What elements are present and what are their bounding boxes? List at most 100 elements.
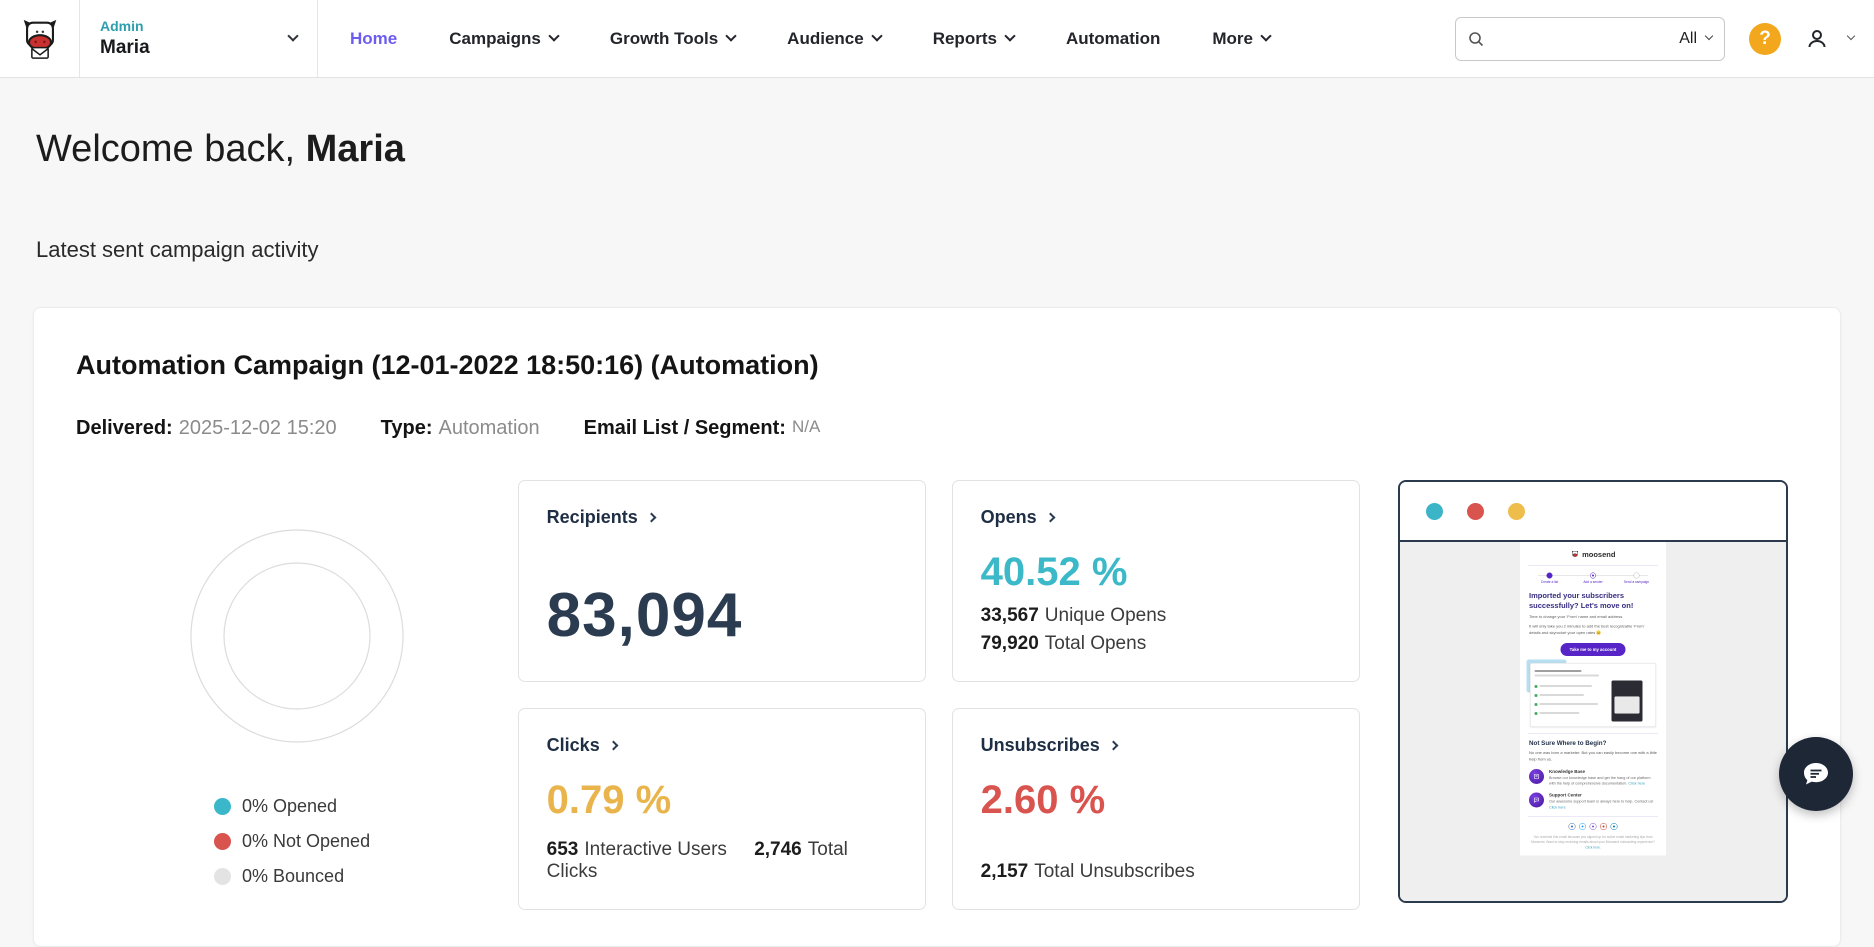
list-label: Email List / Segment:	[584, 417, 786, 439]
opens-percent: 40.52 %	[981, 550, 1331, 595]
page-title: Welcome back, Maria	[36, 128, 1838, 171]
opened-dot-icon	[214, 798, 231, 815]
nav-campaigns[interactable]: Campaigns	[449, 29, 558, 49]
window-dot-red-icon	[1467, 503, 1484, 520]
meta-delivered: Delivered: 2025-12-02 15:20	[76, 417, 337, 440]
interactive-users-label: Interactive Users	[584, 839, 727, 860]
instagram-icon	[1589, 823, 1596, 830]
account-switcher[interactable]: Admin Maria	[80, 0, 318, 77]
bounced-dot-icon	[214, 868, 231, 885]
donut-legend: 0% Opened 0% Not Opened 0% Bounced	[214, 796, 370, 887]
clicks-percent: 0.79 %	[547, 778, 897, 823]
chevron-down-icon	[1260, 30, 1271, 41]
chevron-down-icon	[1847, 32, 1855, 40]
unsubscribes-sub-stats: 2,157Total Unsubscribes	[981, 855, 1331, 883]
step-done-icon	[1546, 573, 1552, 579]
campaign-title: Automation Campaign (12-01-2022 18:50:16…	[76, 350, 1788, 381]
chevron-right-icon	[608, 741, 618, 751]
dribbble-icon	[1600, 823, 1607, 830]
search-input[interactable]	[1492, 30, 1679, 47]
window-dot-teal-icon	[1426, 503, 1443, 520]
section-title: Latest sent campaign activity	[36, 237, 1838, 263]
recipients-value: 83,094	[547, 580, 897, 651]
step1-label: Create a list	[1541, 581, 1558, 585]
window-dot-yellow-icon	[1508, 503, 1525, 520]
email-social-icons	[1528, 823, 1658, 830]
nav-more-label: More	[1212, 29, 1253, 49]
donut-chart	[189, 528, 405, 744]
twitter-icon	[1579, 823, 1586, 830]
legend-item-opened: 0% Opened	[214, 796, 370, 817]
email-brand-logo: moosend	[1528, 550, 1658, 559]
user-menu[interactable]	[1805, 27, 1854, 51]
delivered-value: 2025-12-02 15:20	[179, 417, 337, 439]
campaign-meta: Delivered:2025-12-02 15:20 Type:Automati…	[76, 417, 1788, 440]
not-opened-dot-icon	[214, 833, 231, 850]
chevron-right-icon	[1045, 513, 1055, 523]
chevron-down-icon	[871, 30, 882, 41]
email-brand-name: moosend	[1582, 550, 1615, 559]
knowledge-base-link: Click here	[1628, 781, 1645, 786]
email-footer-link: Click here.	[1585, 846, 1600, 850]
search-icon	[1468, 31, 1484, 47]
clicks-link[interactable]: Clicks	[547, 735, 897, 756]
unique-opens-count: 33,567	[981, 605, 1039, 626]
unsubscribes-percent: 2.60 %	[981, 778, 1331, 823]
chevron-right-icon	[1108, 741, 1118, 751]
nav-audience[interactable]: Audience	[787, 29, 881, 49]
cow-logo-icon	[1570, 550, 1579, 559]
nav-audience-label: Audience	[787, 29, 864, 49]
opens-link[interactable]: Opens	[981, 507, 1331, 528]
chevron-right-icon	[646, 513, 656, 523]
campaign-content-row: 0% Opened 0% Not Opened 0% Bounced	[76, 480, 1788, 910]
search-box: All	[1455, 17, 1725, 61]
nav-home[interactable]: Home	[350, 29, 397, 49]
unique-opens-label: Unique Opens	[1045, 605, 1166, 626]
delivered-label: Delivered:	[76, 417, 173, 439]
unsubscribes-card: Unsubscribes 2.60 % 2,157Total Unsubscri…	[952, 708, 1360, 910]
knowledge-base-title: Knowledge Base	[1549, 769, 1657, 774]
chevron-down-icon	[1004, 30, 1015, 41]
nav-reports[interactable]: Reports	[933, 29, 1014, 49]
clicks-card: Clicks 0.79 % 653Interactive Users 2,746…	[518, 708, 926, 910]
engagement-donut-column: 0% Opened 0% Not Opened 0% Bounced	[76, 480, 518, 887]
user-icon	[1805, 27, 1829, 51]
recipients-link[interactable]: Recipients	[547, 507, 897, 528]
email-footer: You received this email because you sign…	[1531, 835, 1655, 851]
welcome-prefix: Welcome back,	[36, 128, 306, 170]
facebook-icon	[1568, 823, 1575, 830]
account-role: Admin	[100, 18, 150, 34]
help-button[interactable]: ?	[1749, 23, 1781, 55]
total-clicks-count: 2,746	[754, 839, 802, 860]
interactive-users-count: 653	[547, 839, 579, 860]
moosend-logo[interactable]	[0, 0, 80, 77]
campaign-email-preview[interactable]: moosend Create a list Add a sender Send …	[1398, 480, 1788, 903]
support-center-title: Support Center	[1549, 793, 1657, 798]
email-section2-title: Not Sure Where to Begin?	[1529, 740, 1657, 747]
email-footer-text: You received this email because you sign…	[1531, 835, 1655, 844]
chevron-down-icon	[287, 30, 298, 41]
cow-logo-icon	[17, 16, 63, 62]
chevron-down-icon	[1705, 32, 1713, 40]
email-cta-button: Take me to my account	[1560, 643, 1625, 656]
email-body-1: Time to change your 'From' name and emai…	[1529, 614, 1657, 620]
support-center-link: Click here	[1549, 805, 1566, 810]
nav-growth-tools[interactable]: Growth Tools	[610, 29, 735, 49]
legend-item-bounced: 0% Bounced	[214, 866, 370, 887]
type-value: Automation	[439, 417, 540, 439]
chevron-down-icon	[548, 30, 559, 41]
campaign-activity-card: Automation Campaign (12-01-2022 18:50:16…	[33, 307, 1841, 947]
support-center-text: Our awesome support team is always here …	[1549, 799, 1653, 804]
search-scope-dropdown[interactable]: All	[1679, 30, 1712, 48]
preview-viewport: moosend Create a list Add a sender Send …	[1400, 542, 1786, 901]
step3-label: Send a campaign	[1624, 581, 1649, 585]
knowledge-base-icon	[1529, 769, 1544, 784]
chat-widget-button[interactable]	[1779, 737, 1853, 811]
account-name: Maria	[100, 37, 150, 59]
knowledge-base-row: Knowledge Base Browse our knowledge base…	[1529, 769, 1657, 786]
unsubscribes-link[interactable]: Unsubscribes	[981, 735, 1331, 756]
nav-more[interactable]: More	[1212, 29, 1270, 49]
step-current-icon	[1590, 573, 1596, 579]
stats-grid: Recipients 83,094 Opens 40.52 % 33,567 Un…	[518, 480, 1360, 910]
nav-automation[interactable]: Automation	[1066, 29, 1160, 49]
